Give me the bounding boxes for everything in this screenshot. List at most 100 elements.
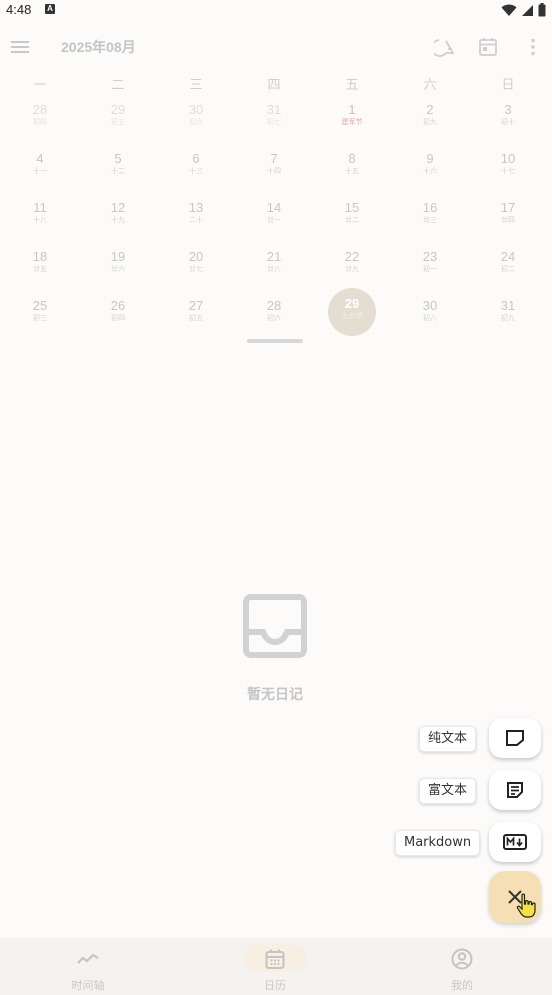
lunar-date: 十六 — [423, 167, 437, 175]
calendar-day[interactable]: 10 十七 — [484, 143, 532, 191]
calendar-day[interactable]: 23 初一 — [406, 241, 454, 289]
lunar-date: 七夕节 — [341, 312, 363, 320]
calendar-day[interactable]: 31 初九 — [484, 290, 532, 338]
markdown-button[interactable] — [489, 822, 541, 862]
calendar-day[interactable]: 26 初四 — [94, 290, 142, 338]
nav-item-profile[interactable]: 我的 — [370, 938, 552, 995]
calendar-day[interactable]: 8 十五 — [328, 143, 376, 191]
day-number: 27 — [188, 298, 204, 313]
nav-item-timeline[interactable]: 时间轴 — [0, 938, 180, 995]
calendar-day[interactable]: 7 十四 — [250, 143, 298, 191]
plain-text-button[interactable] — [489, 718, 541, 758]
calendar-day-today[interactable]: 29 七夕节 — [328, 288, 376, 336]
lunar-toggle-icon[interactable] — [434, 36, 456, 58]
lunar-date: 初四 — [33, 118, 47, 126]
calendar-day[interactable]: 25 初三 — [16, 290, 64, 338]
calendar-day[interactable]: 22 廿九 — [328, 241, 376, 289]
status-bar: 4:48 A — [0, 0, 552, 20]
day-number: 1 — [348, 102, 356, 117]
day-number: 8 — [348, 151, 356, 166]
day-number: 28 — [32, 102, 48, 117]
calendar-day[interactable]: 21 廿八 — [250, 241, 298, 289]
rich-text-icon — [507, 782, 523, 798]
markdown-label[interactable]: Markdown — [395, 830, 481, 856]
lunar-date: 初五 — [189, 314, 203, 322]
plain-text-label[interactable]: 纯文本 — [419, 726, 477, 752]
lunar-date: 十五 — [345, 167, 359, 175]
lunar-date: 建军节 — [341, 118, 363, 126]
timeline-icon — [77, 953, 99, 964]
calendar-day[interactable]: 9 十六 — [406, 143, 454, 191]
weekday-fri: 五 — [345, 78, 359, 93]
lunar-date: 十九 — [111, 216, 125, 224]
calendar-day[interactable]: 3 初十 — [484, 94, 532, 142]
calendar-day[interactable]: 29 初五 — [94, 94, 142, 142]
more-options-icon[interactable] — [522, 36, 544, 58]
day-number: 21 — [266, 249, 282, 264]
page-title[interactable]: 2025年08月 — [61, 37, 136, 57]
lunar-date: 廿八 — [267, 265, 281, 273]
calendar-day[interactable]: 28 初六 — [250, 290, 298, 338]
day-number: 12 — [110, 200, 126, 215]
drag-handle[interactable] — [247, 339, 303, 343]
calendar-day[interactable]: 28 初四 — [16, 94, 64, 142]
weekday-tue: 二 — [111, 78, 125, 93]
profile-icon — [451, 948, 473, 970]
lunar-date: 十四 — [267, 167, 281, 175]
calendar-today-icon[interactable] — [477, 36, 499, 58]
day-number: 19 — [110, 249, 126, 264]
lunar-date: 廿三 — [423, 216, 437, 224]
calendar-day[interactable]: 18 廿五 — [16, 241, 64, 289]
day-number: 11 — [33, 200, 47, 215]
calendar-day[interactable]: 5 十二 — [94, 143, 142, 191]
calendar-day[interactable]: 30 初八 — [406, 290, 454, 338]
lunar-date: 初六 — [189, 118, 203, 126]
calendar-day[interactable]: 30 初六 — [172, 94, 220, 142]
calendar-day[interactable]: 24 初二 — [484, 241, 532, 289]
weekday-thu: 四 — [267, 78, 281, 93]
calendar-day[interactable]: 16 廿三 — [406, 192, 454, 240]
lunar-date: 初五 — [111, 118, 125, 126]
lunar-date: 廿七 — [189, 265, 203, 273]
day-number: 9 — [426, 151, 434, 166]
calendar-day[interactable]: 11 十八 — [16, 192, 64, 240]
day-number: 25 — [32, 298, 48, 313]
lunar-date: 初一 — [423, 265, 437, 273]
day-number: 3 — [504, 102, 512, 117]
day-number: 17 — [500, 200, 516, 215]
calendar-day[interactable]: 27 初五 — [172, 290, 220, 338]
lunar-date: 初三 — [33, 314, 47, 322]
calendar-day[interactable]: 19 廿六 — [94, 241, 142, 289]
day-number: 28 — [266, 298, 282, 313]
calendar-day[interactable]: 4 十一 — [16, 143, 64, 191]
lunar-date: 初九 — [501, 314, 515, 322]
menu-icon[interactable] — [10, 37, 30, 57]
calendar-day[interactable]: 1 建军节 — [328, 94, 376, 142]
lunar-date: 初二 — [501, 265, 515, 273]
status-time: 4:48 — [6, 2, 32, 17]
lunar-date: 初六 — [267, 314, 281, 322]
rich-text-button[interactable] — [489, 770, 541, 810]
day-number: 29 — [110, 102, 126, 117]
lunar-date: 廿一 — [267, 216, 281, 224]
calendar-day[interactable]: 6 十三 — [172, 143, 220, 191]
day-number: 29 — [344, 296, 360, 311]
lunar-date: 初八 — [423, 314, 437, 322]
calendar-day[interactable]: 17 廿四 — [484, 192, 532, 240]
calendar-day[interactable]: 20 廿七 — [172, 241, 220, 289]
status-icons — [501, 3, 546, 17]
bottom-navigation: 时间轴 日历 我的 — [0, 938, 552, 995]
calendar-day[interactable]: 13 二十 — [172, 192, 220, 240]
calendar-day[interactable]: 15 廿二 — [328, 192, 376, 240]
calendar-day[interactable]: 14 廿一 — [250, 192, 298, 240]
calendar-day[interactable]: 12 十九 — [94, 192, 142, 240]
pointer-cursor-icon — [516, 893, 536, 918]
day-number: 31 — [500, 298, 516, 313]
calendar-day[interactable]: 31 初七 — [250, 94, 298, 142]
day-number: 7 — [270, 151, 278, 166]
calendar-day[interactable]: 2 初九 — [406, 94, 454, 142]
nav-item-calendar[interactable]: 日历 — [183, 938, 367, 995]
lunar-date: 初九 — [423, 118, 437, 126]
notification-badge: A — [45, 4, 55, 14]
rich-text-label[interactable]: 富文本 — [419, 778, 477, 804]
